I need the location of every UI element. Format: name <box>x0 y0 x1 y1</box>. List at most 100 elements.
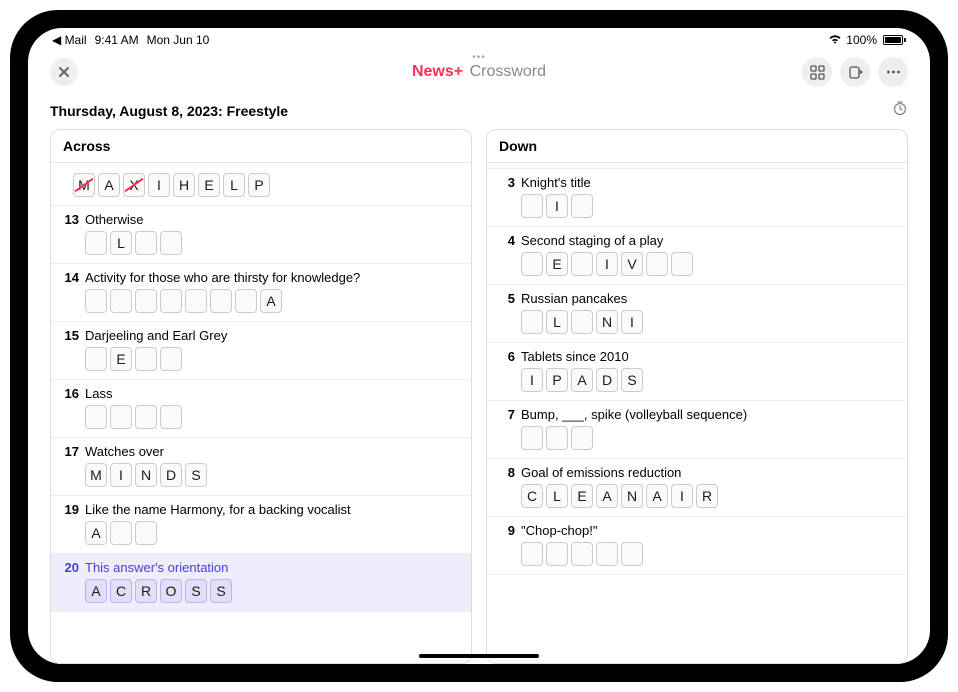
letter-cell[interactable] <box>135 405 157 429</box>
letter-cell[interactable] <box>596 542 618 566</box>
letter-cell[interactable] <box>621 542 643 566</box>
letter-cell[interactable] <box>160 231 182 255</box>
letter-cell[interactable] <box>546 426 568 450</box>
letter-cell[interactable]: I <box>148 173 170 197</box>
close-button[interactable] <box>50 58 78 86</box>
letter-cell[interactable]: V <box>621 252 643 276</box>
more-button[interactable] <box>878 57 908 87</box>
clue-row[interactable]: 7Bump, ___, spike (volleyball sequence) <box>487 401 907 459</box>
letter-cell[interactable]: N <box>596 310 618 334</box>
letter-cell[interactable] <box>521 252 543 276</box>
share-button[interactable] <box>840 57 870 87</box>
clue-row[interactable]: 15Darjeeling and Earl GreyE <box>51 322 471 380</box>
letter-cell[interactable] <box>571 426 593 450</box>
letter-cell[interactable] <box>160 347 182 371</box>
clue-row[interactable]: 17Watches overMINDS <box>51 438 471 496</box>
letter-cell[interactable]: P <box>546 368 568 392</box>
letter-cell[interactable]: R <box>135 579 157 603</box>
letter-cell[interactable] <box>160 405 182 429</box>
letter-cell[interactable]: I <box>110 463 132 487</box>
clue-row[interactable]: MAXIHELP <box>51 163 471 206</box>
letter-cell[interactable]: I <box>596 252 618 276</box>
letter-cell[interactable] <box>521 426 543 450</box>
letter-cell[interactable] <box>235 289 257 313</box>
clue-row[interactable]: 13OtherwiseL <box>51 206 471 264</box>
letter-cell[interactable] <box>160 289 182 313</box>
clue-row[interactable]: 16Lass <box>51 380 471 438</box>
letter-cell[interactable]: C <box>521 484 543 508</box>
letter-cell[interactable] <box>135 231 157 255</box>
letter-cell[interactable]: S <box>185 579 207 603</box>
clue-row[interactable]: 9"Chop-chop!" <box>487 517 907 575</box>
letter-cell[interactable] <box>85 289 107 313</box>
letter-cell[interactable]: E <box>198 173 220 197</box>
letter-cell[interactable] <box>110 289 132 313</box>
letter-cell[interactable] <box>210 289 232 313</box>
letter-cell[interactable] <box>571 310 593 334</box>
letter-cell[interactable] <box>135 347 157 371</box>
letter-cell[interactable] <box>110 405 132 429</box>
grid-view-button[interactable] <box>802 57 832 87</box>
clue-row[interactable]: 19Like the name Harmony, for a backing v… <box>51 496 471 554</box>
letter-cell[interactable] <box>135 289 157 313</box>
letter-cell[interactable] <box>521 194 543 218</box>
letter-cell[interactable]: I <box>521 368 543 392</box>
letter-cell[interactable] <box>671 252 693 276</box>
letter-cell[interactable]: L <box>546 484 568 508</box>
clue-row[interactable]: 6Tablets since 2010IPADS <box>487 343 907 401</box>
letter-cell[interactable]: I <box>621 310 643 334</box>
letter-cell[interactable] <box>135 521 157 545</box>
letter-cell[interactable]: A <box>85 521 107 545</box>
letter-cell[interactable] <box>85 347 107 371</box>
clue-row[interactable]: 14Activity for those who are thirsty for… <box>51 264 471 322</box>
letter-cell[interactable] <box>546 542 568 566</box>
letter-cell[interactable]: I <box>671 484 693 508</box>
letter-cell[interactable]: A <box>85 579 107 603</box>
down-clue-list[interactable]: 3Knight's titleI4Second staging of a pla… <box>487 163 907 663</box>
clue-row[interactable]: 5Russian pancakesLNI <box>487 285 907 343</box>
letter-cell[interactable] <box>571 542 593 566</box>
letter-cell[interactable]: D <box>160 463 182 487</box>
letter-cell[interactable]: P <box>248 173 270 197</box>
letter-cell[interactable]: L <box>223 173 245 197</box>
letter-cell[interactable]: E <box>110 347 132 371</box>
letter-cell[interactable]: A <box>571 368 593 392</box>
letter-cell[interactable] <box>521 542 543 566</box>
letter-cell[interactable]: A <box>98 173 120 197</box>
letter-cell[interactable]: M <box>73 173 95 197</box>
letter-cell[interactable] <box>85 405 107 429</box>
clue-row[interactable]: 20This answer's orientationACROSS <box>51 554 471 612</box>
letter-cell[interactable]: I <box>546 194 568 218</box>
letter-cell[interactable]: D <box>596 368 618 392</box>
letter-cell[interactable]: R <box>696 484 718 508</box>
letter-cell[interactable] <box>521 310 543 334</box>
letter-cell[interactable]: E <box>571 484 593 508</box>
clue-row[interactable]: 8Goal of emissions reductionCLEANAIR <box>487 459 907 517</box>
letter-cell[interactable]: S <box>185 463 207 487</box>
letter-cell[interactable] <box>85 231 107 255</box>
letter-cell[interactable]: N <box>621 484 643 508</box>
letter-cell[interactable]: M <box>85 463 107 487</box>
letter-cell[interactable] <box>185 289 207 313</box>
clue-row[interactable]: 4Second staging of a playEIV <box>487 227 907 285</box>
letter-cell[interactable]: O <box>160 579 182 603</box>
letter-cell[interactable] <box>571 252 593 276</box>
letter-cell[interactable]: A <box>596 484 618 508</box>
letter-cell[interactable]: N <box>135 463 157 487</box>
letter-cell[interactable]: A <box>646 484 668 508</box>
letter-cell[interactable]: L <box>110 231 132 255</box>
letter-cell[interactable] <box>646 252 668 276</box>
letter-cell[interactable]: C <box>110 579 132 603</box>
letter-cell[interactable]: H <box>173 173 195 197</box>
letter-cell[interactable]: S <box>210 579 232 603</box>
letter-cell[interactable]: X <box>123 173 145 197</box>
letter-cell[interactable] <box>571 194 593 218</box>
back-to-app[interactable]: ◀︎ Mail <box>52 33 87 47</box>
clue-row[interactable]: 3Knight's titleI <box>487 169 907 227</box>
across-clue-list[interactable]: MAXIHELP13OtherwiseL14Activity for those… <box>51 163 471 663</box>
letter-cell[interactable]: S <box>621 368 643 392</box>
letter-cell[interactable]: A <box>260 289 282 313</box>
timer-button[interactable] <box>892 100 908 121</box>
letter-cell[interactable] <box>110 521 132 545</box>
letter-cell[interactable]: E <box>546 252 568 276</box>
